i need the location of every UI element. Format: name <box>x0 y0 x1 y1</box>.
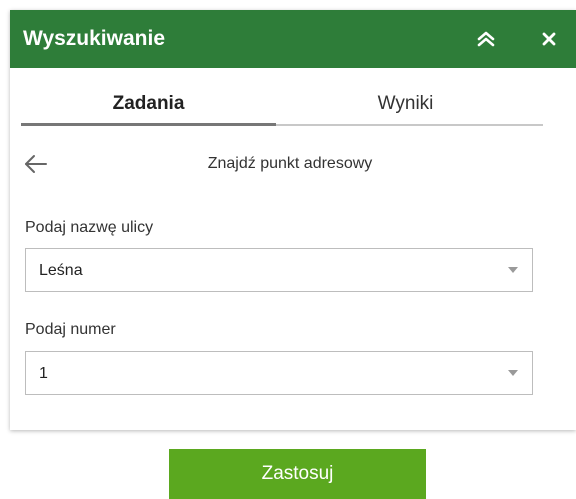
street-select[interactable]: Leśna <box>25 248 533 292</box>
dropdown-arrow-icon <box>508 370 518 376</box>
tab-wyniki[interactable]: Wyniki <box>278 90 533 124</box>
close-button[interactable] <box>534 24 564 54</box>
number-label: Podaj numer <box>25 321 116 338</box>
dropdown-arrow-icon <box>508 267 518 273</box>
number-select[interactable]: 1 <box>25 351 533 395</box>
double-chevron-up-icon <box>477 31 495 47</box>
collapse-button[interactable] <box>471 24 501 54</box>
street-label: Podaj nazwę ulicy <box>25 219 154 236</box>
panel-header: Wyszukiwanie <box>10 10 576 68</box>
street-select-value: Leśna <box>39 262 83 279</box>
number-select-value: 1 <box>39 365 48 382</box>
arrow-left-icon <box>25 155 47 173</box>
tab-zadania[interactable]: Zadania <box>21 90 276 124</box>
back-button[interactable] <box>22 150 50 178</box>
tab-bar: Zadania Wyniki <box>21 90 543 126</box>
apply-button[interactable]: Zastosuj <box>169 449 426 499</box>
panel-title: Wyszukiwanie <box>23 27 165 50</box>
task-title: Znajdź punkt adresowy <box>207 155 373 172</box>
close-icon <box>542 32 556 46</box>
active-tab-indicator <box>21 123 276 126</box>
